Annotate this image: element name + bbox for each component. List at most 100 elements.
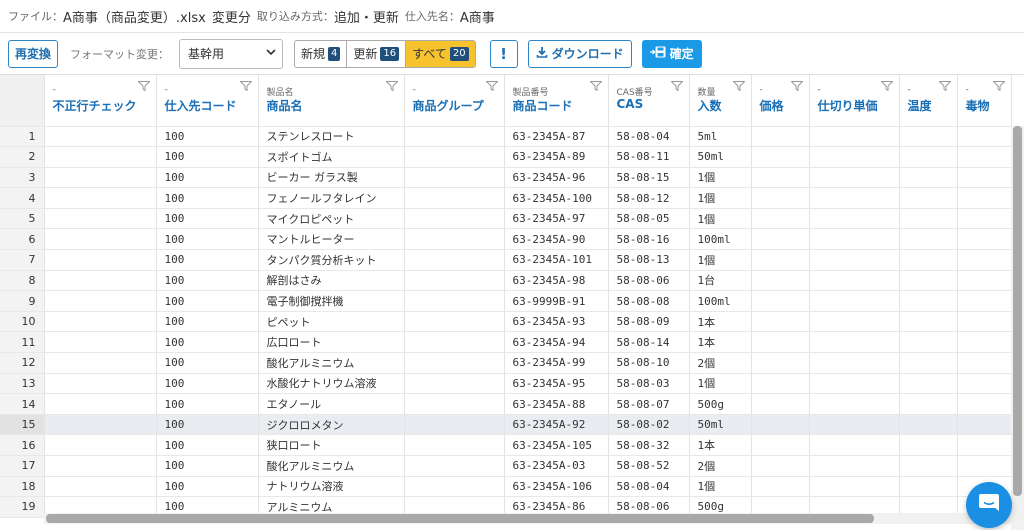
cell-product-code[interactable]: 63-2345A-106 [504,476,609,498]
cell-price[interactable] [751,476,810,498]
chat-support-button[interactable] [966,482,1012,528]
cell-unit-price[interactable] [809,311,900,333]
cell-poison[interactable] [957,146,1012,168]
cell-quantity[interactable]: 2個 [689,455,752,477]
cell-poison[interactable] [957,455,1012,477]
cell-check[interactable] [44,270,157,292]
cell-product-name[interactable]: スポイトゴム [258,146,405,168]
table-row[interactable]: 7 100 タンパク質分析キット 63-2345A-101 58-08-13 1個 [0,249,1012,271]
cell-price[interactable] [751,187,810,209]
filter-icon[interactable] [385,81,398,91]
cell-product-group[interactable] [404,455,505,477]
cell-vendor-code[interactable]: 100 [156,311,259,333]
cell-unit-price[interactable] [809,476,900,498]
vertical-scrollbar[interactable] [1011,126,1024,530]
cell-quantity[interactable]: 1個 [689,208,752,230]
cell-product-group[interactable] [404,126,505,148]
column-header-product-name[interactable]: 製品名 商品名 [258,75,405,127]
cell-poison[interactable] [957,270,1012,292]
cell-cas[interactable]: 58-08-04 [608,126,690,148]
filter-all[interactable]: すべて 20 [406,40,475,67]
cell-poison[interactable] [957,126,1012,148]
cell-quantity[interactable]: 1個 [689,167,752,189]
cell-check[interactable] [44,249,157,271]
cell-price[interactable] [751,270,810,292]
cell-quantity[interactable]: 1台 [689,270,752,292]
cell-cas[interactable]: 58-08-16 [608,228,690,251]
filter-icon[interactable] [790,81,803,91]
cell-temperature[interactable] [899,434,958,456]
cell-cas[interactable]: 58-08-10 [608,352,690,374]
cell-price[interactable] [751,167,810,189]
cell-product-group[interactable] [404,393,505,415]
cell-cas[interactable]: 58-08-09 [608,311,690,333]
cell-quantity[interactable]: 1個 [689,476,752,498]
cell-check[interactable] [44,167,157,189]
cell-temperature[interactable] [899,311,958,333]
cell-product-name[interactable]: 電子制御撹拌機 [258,290,405,312]
cell-product-code[interactable]: 63-2345A-90 [504,228,609,251]
format-select[interactable]: 基幹用 [179,38,284,69]
cell-check[interactable] [44,126,157,148]
cell-vendor-code[interactable]: 100 [156,249,259,271]
cell-poison[interactable] [957,434,1012,456]
cell-temperature[interactable] [899,352,958,374]
cell-poison[interactable] [957,290,1012,312]
cell-product-code[interactable]: 63-2345A-94 [504,331,609,354]
column-header-price[interactable]: - 価格 [751,75,810,127]
cell-quantity[interactable]: 100ml [689,228,752,251]
cell-unit-price[interactable] [809,187,900,209]
table-row[interactable]: 18 100 ナトリウム溶液 63-2345A-106 58-08-04 1個 [0,476,1012,498]
cell-cas[interactable]: 58-08-05 [608,208,690,230]
cell-product-group[interactable] [404,290,505,312]
cell-price[interactable] [751,126,810,148]
cell-check[interactable] [44,208,157,230]
cell-vendor-code[interactable]: 100 [156,228,259,251]
table-row[interactable]: 4 100 フェノールフタレイン 63-2345A-100 58-08-12 1個 [0,187,1012,209]
cell-product-name[interactable]: フェノールフタレイン [258,187,405,209]
cell-vendor-code[interactable]: 100 [156,434,259,456]
table-row[interactable]: 12 100 酸化アルミニウム 63-2345A-99 58-08-10 2個 [0,352,1012,374]
cell-unit-price[interactable] [809,167,900,189]
cell-product-code[interactable]: 63-2345A-93 [504,311,609,333]
column-header-vendor-code[interactable]: - 仕入先コード [156,75,259,127]
cell-product-name[interactable]: 広口ロート [258,331,405,354]
cell-check[interactable] [44,228,157,251]
cell-poison[interactable] [957,311,1012,333]
cell-vendor-code[interactable]: 100 [156,167,259,189]
horizontal-scrollbar[interactable] [44,513,1011,524]
cell-price[interactable] [751,455,810,477]
filter-icon[interactable] [485,81,498,91]
cell-check[interactable] [44,187,157,209]
cell-price[interactable] [751,352,810,374]
cell-check[interactable] [44,476,157,498]
column-header-check[interactable]: - 不正行チェック [44,75,157,127]
table-row[interactable]: 11 100 広口ロート 63-2345A-94 58-08-14 1本 [0,331,1012,354]
cell-temperature[interactable] [899,290,958,312]
reconvert-button[interactable]: 再変換 [8,39,59,68]
cell-unit-price[interactable] [809,249,900,271]
cell-check[interactable] [44,290,157,312]
cell-cas[interactable]: 58-08-15 [608,167,690,189]
cell-unit-price[interactable] [809,331,900,354]
cell-quantity[interactable]: 1個 [689,187,752,209]
cell-quantity[interactable]: 5ml [689,126,752,148]
filter-icon[interactable] [137,81,150,91]
cell-cas[interactable]: 58-08-14 [608,331,690,354]
cell-unit-price[interactable] [809,434,900,456]
cell-price[interactable] [751,208,810,230]
cell-poison[interactable] [957,167,1012,189]
cell-vendor-code[interactable]: 100 [156,414,259,436]
cell-product-code[interactable]: 63-2345A-95 [504,373,609,395]
cell-cas[interactable]: 58-08-52 [608,455,690,477]
table-row[interactable]: 10 100 ピペット 63-2345A-93 58-08-09 1本 [0,311,1012,333]
table-row[interactable]: 6 100 マントルヒーター 63-2345A-90 58-08-16 100ml [0,228,1012,251]
cell-unit-price[interactable] [809,270,900,292]
cell-vendor-code[interactable]: 100 [156,126,259,148]
table-row[interactable]: 2 100 スポイトゴム 63-2345A-89 58-08-11 50ml [0,146,1012,168]
table-row[interactable]: 5 100 マイクロピペット 63-2345A-97 58-08-05 1個 [0,208,1012,230]
cell-check[interactable] [44,434,157,456]
filter-icon[interactable] [992,81,1005,91]
cell-poison[interactable] [957,352,1012,374]
cell-product-name[interactable]: 酸化アルミニウム [258,455,405,477]
